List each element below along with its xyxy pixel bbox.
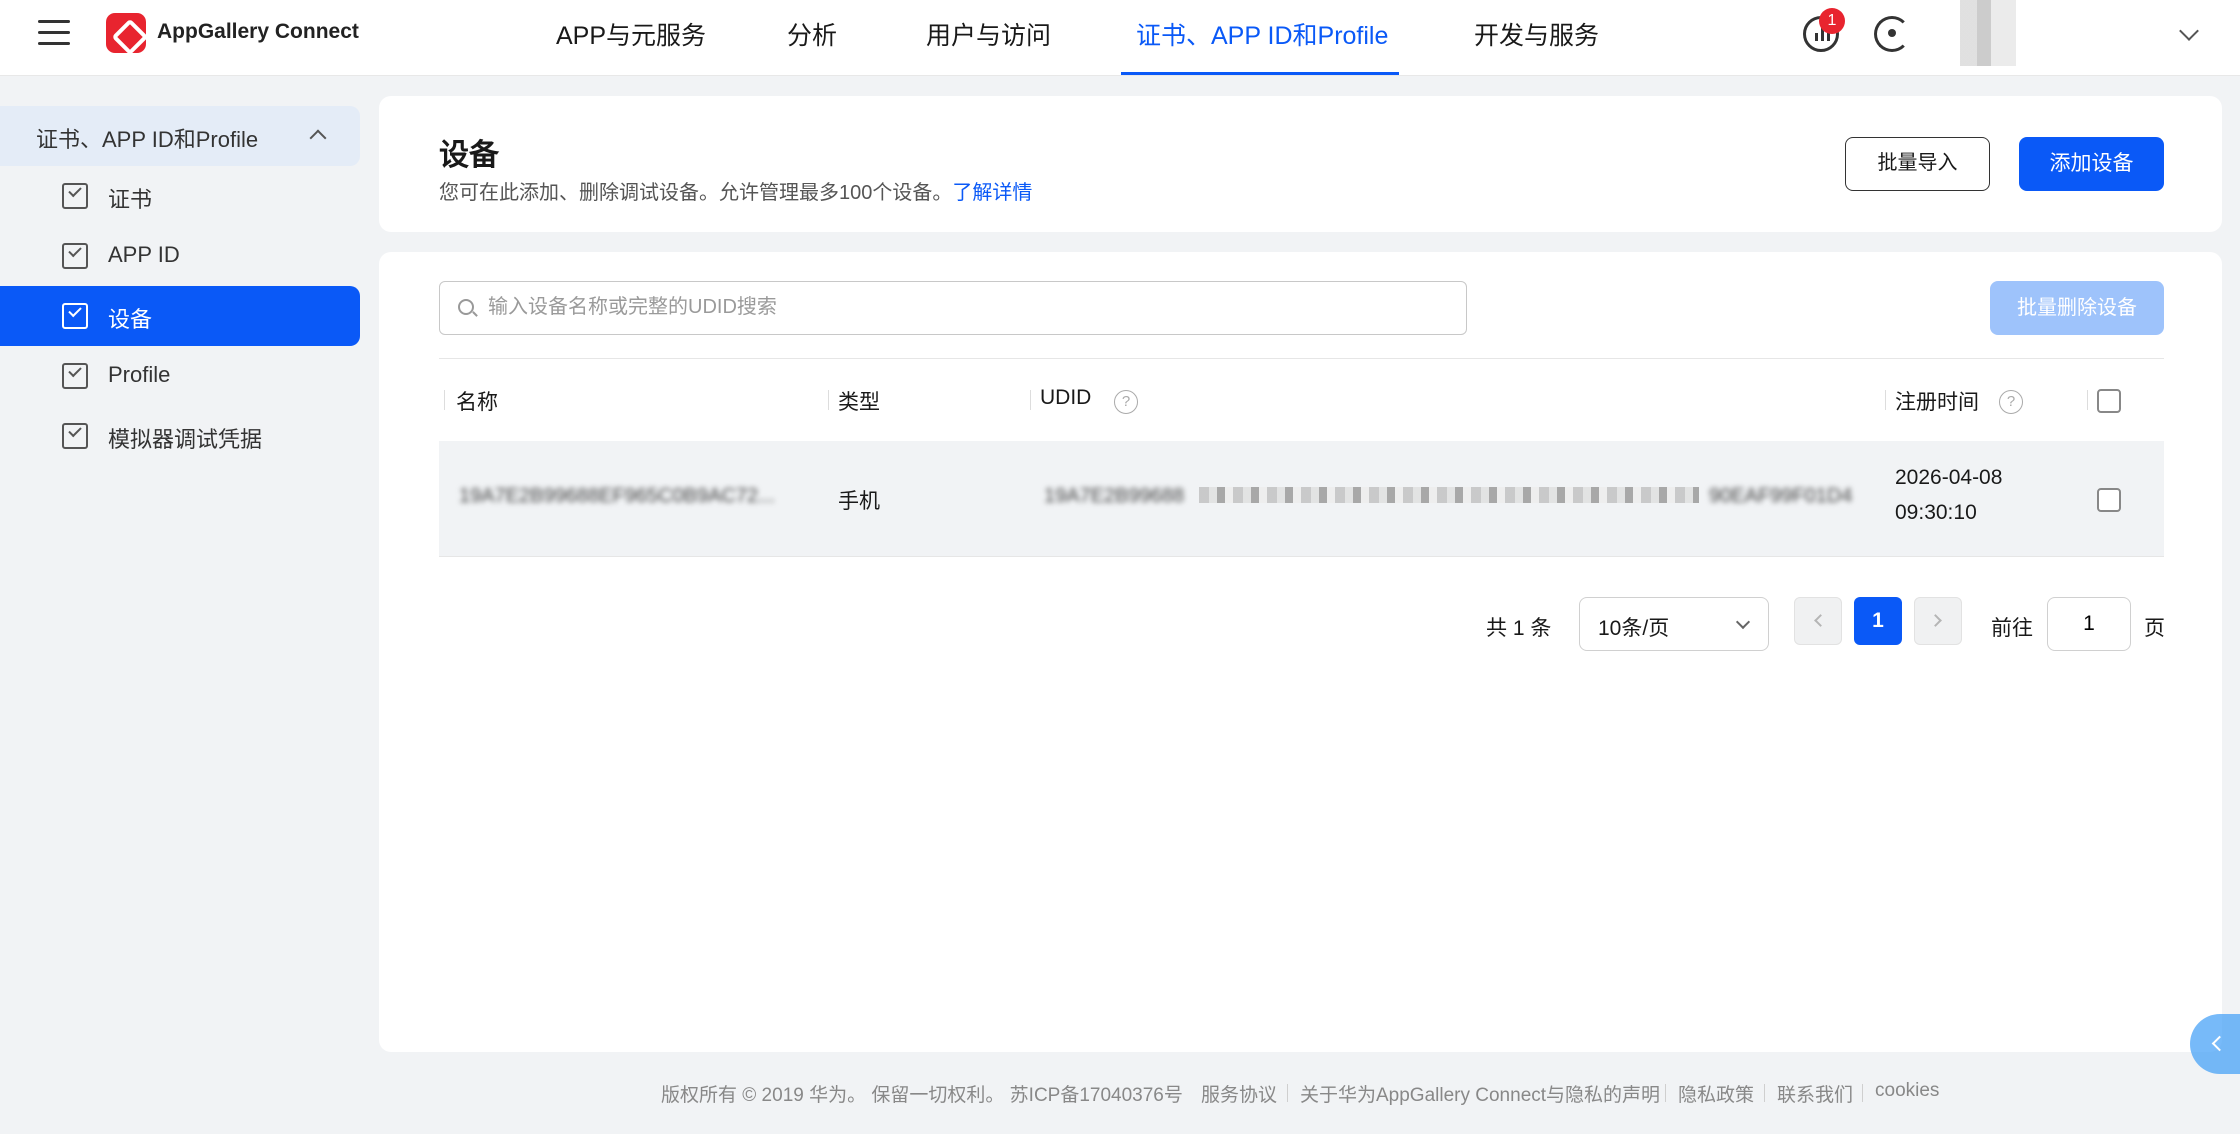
next-page-button[interactable]	[1914, 597, 1962, 645]
column-separator	[1030, 390, 1031, 410]
chevron-up-icon	[309, 129, 327, 147]
tab-develop-and-services[interactable]: 开发与服务	[1474, 16, 1599, 52]
column-separator	[444, 390, 445, 410]
column-header-registered-time: 注册时间	[1895, 391, 1979, 414]
column-header-type: 类型	[838, 391, 880, 414]
udid-redaction	[1199, 487, 1699, 503]
search-input[interactable]	[488, 282, 1448, 333]
batch-import-button[interactable]: 批量导入	[1845, 137, 1990, 191]
column-separator	[2087, 390, 2088, 410]
chevron-right-icon	[1929, 614, 1942, 627]
column-separator	[828, 390, 829, 410]
add-device-button[interactable]: 添加设备	[2019, 137, 2164, 191]
chevron-left-icon	[1814, 614, 1827, 627]
column-header-name: 名称	[456, 391, 498, 414]
current-page-button[interactable]: 1	[1854, 597, 1902, 645]
floating-panel-toggle[interactable]	[2190, 1014, 2240, 1074]
total-prefix: 共	[1486, 617, 1507, 640]
sidebar-item-label: 设备	[108, 307, 153, 332]
goto-page-input[interactable]	[2047, 597, 2131, 651]
sidebar-item-devices[interactable]: 设备	[0, 286, 360, 346]
copyright-text: 版权所有 © 2019 华为。 保留一切权利。 苏ICP备17040376号	[661, 1085, 1183, 1106]
total-suffix: 条	[1530, 617, 1552, 640]
search-box[interactable]	[439, 281, 1467, 335]
column-header-udid: UDID	[1040, 386, 1092, 409]
device-udid-cell: 19A7E2B99688	[1044, 485, 1185, 507]
notification-badge: 1	[1819, 8, 1845, 34]
tab-users-and-access[interactable]: 用户与访问	[926, 16, 1051, 52]
tab-app-and-atomic-services[interactable]: APP与元服务	[556, 16, 706, 52]
sidebar-group-label: 证书、APP ID和Profile	[36, 127, 259, 152]
footer-separator	[1764, 1084, 1765, 1102]
chevron-left-icon	[2211, 1035, 2228, 1052]
row-checkbox[interactable]	[2097, 488, 2121, 512]
learn-more-link[interactable]: 了解详情	[952, 182, 1032, 204]
sidebar-item-label: 模拟器调试凭据	[108, 427, 263, 452]
page-icon	[62, 303, 88, 329]
footer-link-privacy-policy[interactable]: 隐私政策	[1678, 1080, 1754, 1107]
footer: 版权所有 © 2019 华为。 保留一切权利。 苏ICP备17040376号 服…	[0, 1080, 2240, 1110]
chevron-down-icon[interactable]	[2179, 21, 2199, 41]
sidebar-group-certificates[interactable]: 证书、APP ID和Profile	[0, 106, 360, 166]
registered-time-cell: 09:30:10	[1895, 501, 1977, 524]
tab-certificates-appid-profile[interactable]: 证书、APP ID和Profile	[1136, 16, 1388, 52]
footer-link-service-agreement[interactable]: 服务协议	[1201, 1080, 1277, 1107]
search-icon	[458, 299, 474, 315]
page-icon	[62, 183, 88, 209]
column-separator	[1885, 390, 1886, 410]
sidebar: 证书、APP ID和Profile 证书 APP ID 设备 Profile 模…	[0, 76, 372, 1134]
sidebar-item-label: Profile	[108, 362, 171, 387]
page-size-select[interactable]: 10条/页	[1579, 597, 1769, 651]
table-divider	[439, 358, 2164, 359]
page-icon	[62, 423, 88, 449]
device-list-card: 批量删除设备 名称 类型 UDID ? 注册时间 ? 19A7E2B99688E…	[379, 252, 2222, 1052]
registered-time-help-icon[interactable]: ?	[1999, 390, 2023, 414]
help-icon[interactable]	[1874, 16, 1910, 52]
top-navigation-bar: AppGallery Connect APP与元服务 分析 用户与访问 证书、A…	[0, 0, 2240, 76]
registered-date-cell: 2026-04-08	[1895, 466, 2003, 489]
pagination-total: 共 1 条	[1486, 612, 1551, 642]
table-row[interactable]: 19A7E2B99688EF965C0B9AC72... 手机 19A7E2B9…	[439, 441, 2164, 557]
appgallery-logo[interactable]	[106, 13, 146, 53]
prev-page-button[interactable]	[1794, 597, 1842, 645]
footer-separator	[1287, 1084, 1288, 1102]
footer-link-cookies[interactable]: cookies	[1875, 1080, 1939, 1102]
avatar[interactable]	[1960, 0, 2016, 66]
active-tab-indicator	[1121, 72, 1399, 75]
page-description: 您可在此添加、删除调试设备。允许管理最多100个设备。了解详情	[439, 176, 1032, 205]
sidebar-item-emulator-credentials[interactable]: 模拟器调试凭据	[0, 406, 360, 466]
batch-delete-button[interactable]: 批量删除设备	[1990, 281, 2164, 335]
page-title: 设备	[439, 139, 499, 172]
total-count: 1	[1512, 617, 1525, 640]
footer-link-privacy-statement[interactable]: 关于华为AppGallery Connect与隐私的声明	[1300, 1080, 1660, 1107]
sidebar-item-certificates[interactable]: 证书	[0, 166, 360, 226]
device-name-cell: 19A7E2B99688EF965C0B9AC72...	[459, 485, 775, 507]
menu-icon[interactable]	[38, 20, 70, 46]
device-udid-tail: 90EAF99F01D4	[1709, 485, 1853, 507]
sidebar-item-label: APP ID	[108, 242, 180, 267]
footer-link-contact-us[interactable]: 联系我们	[1777, 1080, 1853, 1107]
sidebar-item-profile[interactable]: Profile	[0, 346, 360, 406]
sidebar-item-label: 证书	[108, 187, 153, 212]
page-icon	[62, 243, 88, 269]
tab-analytics[interactable]: 分析	[787, 16, 837, 52]
footer-separator	[1665, 1084, 1666, 1102]
select-all-checkbox[interactable]	[2097, 389, 2121, 413]
brand-name[interactable]: AppGallery Connect	[157, 20, 359, 44]
description-text: 您可在此添加、删除调试设备。允许管理最多100个设备。	[439, 182, 953, 204]
device-type-cell: 手机	[838, 490, 880, 513]
page-icon	[62, 363, 88, 389]
chevron-down-icon	[1735, 614, 1751, 630]
footer-separator	[1862, 1084, 1863, 1102]
goto-suffix: 页	[2144, 617, 2165, 640]
page-size-value: 10条/页	[1598, 617, 1670, 640]
sidebar-item-app-id[interactable]: APP ID	[0, 226, 360, 286]
page-header-card: 设备 您可在此添加、删除调试设备。允许管理最多100个设备。了解详情 批量导入 …	[379, 96, 2222, 232]
goto-label: 前往	[1991, 617, 2033, 640]
udid-help-icon[interactable]: ?	[1114, 390, 1138, 414]
